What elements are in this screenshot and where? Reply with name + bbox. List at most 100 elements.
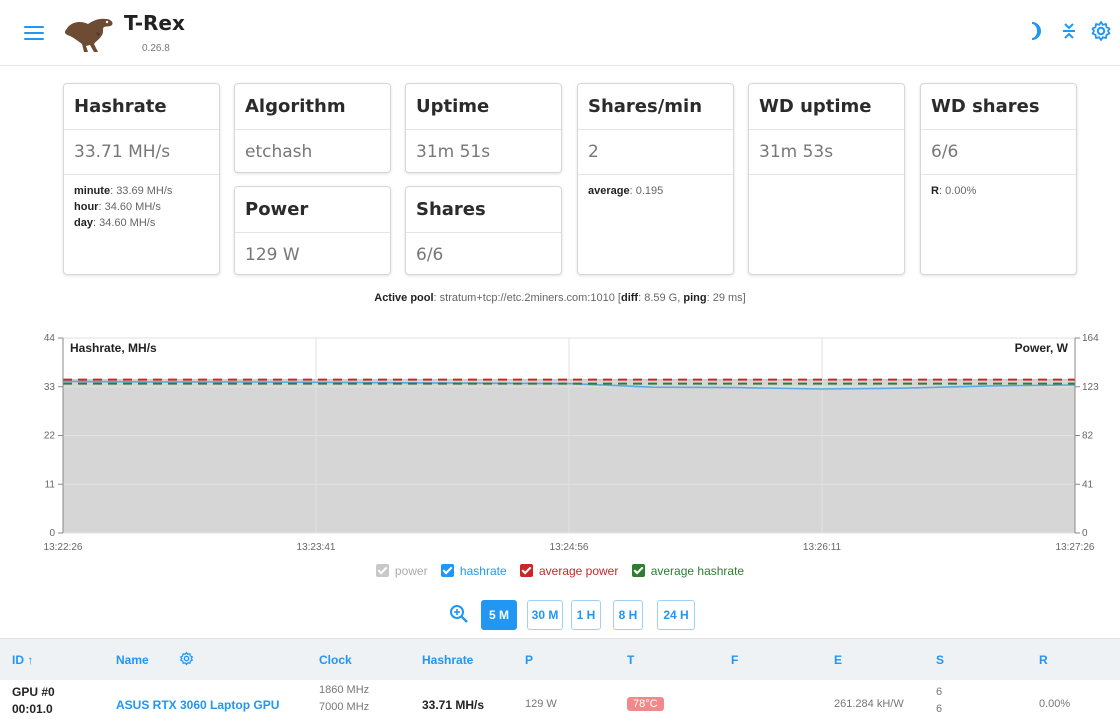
- column-header-fan[interactable]: F: [731, 653, 738, 667]
- detail-key: minute: [74, 185, 111, 197]
- card-title: Shares: [406, 187, 561, 233]
- pool-label: Active pool: [374, 292, 434, 304]
- y-right-tick-label: 0: [1082, 528, 1088, 539]
- detail-key: R: [931, 185, 939, 197]
- dark-mode-moon-icon[interactable]: [1024, 20, 1046, 42]
- legend-item-hashrate[interactable]: hashrate: [440, 564, 507, 578]
- wd-shares-details: R: 0.00%: [931, 185, 977, 197]
- range-8h-button[interactable]: 8 H: [613, 600, 643, 630]
- detail-value: 34.60 MH/s: [99, 217, 156, 229]
- y-right-tick-label: 41: [1082, 479, 1094, 490]
- detail-value: 0.195: [635, 185, 664, 197]
- hashrate-power-chart[interactable]: 0 11 22 33 44 0 41 82 123 164 13:22:26 13:23:41 13:2…: [0, 330, 1120, 558]
- card-value: 6/6: [921, 130, 1076, 175]
- memory-clock: 7000 MHz: [319, 701, 370, 713]
- uptime-card: Uptime 31m 51s: [405, 83, 562, 173]
- detail-value: 34.60 MH/s: [104, 201, 161, 213]
- detail-key: hour: [74, 201, 99, 213]
- collapse-icon[interactable]: [1058, 20, 1080, 42]
- gpu-hashrate: 33.71 MH/s: [422, 698, 485, 712]
- table-row[interactable]: GPU #0 00:01.0 ASUS RTX 3060 Laptop GPU …: [0, 680, 1120, 722]
- column-header-id[interactable]: ID ↑: [12, 653, 33, 667]
- column-header-rejected[interactable]: R: [1039, 653, 1048, 667]
- x-tick-label: 13:26:11: [803, 542, 842, 553]
- settings-gear-icon[interactable]: [1090, 20, 1112, 42]
- gpu-id-line: GPU #0: [12, 685, 55, 699]
- column-header-clock[interactable]: Clock: [319, 653, 352, 667]
- card-title: WD uptime: [749, 84, 904, 130]
- card-value: 2: [578, 130, 733, 175]
- gpu-efficiency: 261.284 kH/W: [834, 698, 904, 710]
- shares-min-details: average: 0.195: [588, 185, 664, 197]
- legend-label: average hashrate: [650, 564, 745, 578]
- gpu-clock: 1860 MHz 7000 MHz: [319, 682, 369, 716]
- gpu-bus-id: 00:01.0: [12, 702, 53, 716]
- app-title: T-Rex: [124, 11, 185, 35]
- shares-accepted: 6: [936, 686, 943, 698]
- y-right-tick-label: 82: [1082, 431, 1094, 442]
- column-header-efficiency[interactable]: E: [834, 653, 842, 667]
- power-card: Power 129 W: [234, 186, 391, 275]
- card-value: etchash: [245, 142, 313, 162]
- card-title: Uptime: [406, 84, 561, 130]
- table-settings-gear-icon[interactable]: [179, 651, 194, 666]
- wd-uptime-card: WD uptime 31m 53s: [748, 83, 905, 275]
- card-title: Hashrate: [64, 84, 219, 130]
- app-version: 0.26.8: [142, 43, 170, 54]
- checkbox-icon: [519, 564, 533, 577]
- legend-item-average-hashrate[interactable]: average hashrate: [631, 564, 745, 578]
- active-pool-line: Active pool: stratum+tcp://etc.2miners.c…: [374, 292, 746, 304]
- card-value: 6/6: [416, 245, 444, 265]
- y-left-tick-label: 0: [49, 528, 55, 539]
- top-bar: T-Rex 0.26.8: [0, 0, 1120, 66]
- range-24h-button[interactable]: 24 H: [657, 600, 695, 630]
- hashrate-card: Hashrate 33.71 MH/s minute: 33.69 MH/s h…: [63, 83, 220, 275]
- card-title: Shares/min: [578, 84, 733, 130]
- ping-label: ping: [683, 292, 707, 304]
- column-header-name[interactable]: Name: [116, 653, 149, 667]
- hashrate-details: minute: 33.69 MH/s hour: 34.60 MH/s day:…: [74, 185, 173, 229]
- column-header-temperature[interactable]: T: [627, 653, 634, 667]
- chart-legend: power hashrate average power average has…: [0, 564, 1120, 578]
- gpu-id: GPU #0 00:01.0: [12, 684, 55, 718]
- y-left-axis-label: Hashrate, MH/s: [70, 341, 157, 355]
- detail-value: 33.69 MH/s: [116, 185, 173, 197]
- legend-label: average power: [538, 564, 619, 578]
- range-5m-button[interactable]: 5 M: [481, 600, 517, 630]
- gpu-power: 129 W: [525, 698, 557, 710]
- y-left-tick-label: 22: [44, 431, 56, 442]
- range-1h-button[interactable]: 1 H: [571, 600, 601, 630]
- checkbox-icon: [375, 564, 389, 577]
- detail-key: day: [74, 217, 93, 229]
- legend-item-average-power[interactable]: average power: [519, 564, 619, 578]
- x-tick-label: 13:22:26: [44, 542, 83, 553]
- card-value: 33.71 MH/s: [64, 130, 219, 175]
- trex-logo: [64, 18, 113, 52]
- wd-shares-card: WD shares 6/6 R: 0.00%: [920, 83, 1077, 275]
- zoom-in-icon[interactable]: [449, 604, 469, 624]
- x-tick-label: 13:27:26: [1056, 542, 1095, 553]
- y-right-axis-label: Power, W: [1015, 341, 1069, 355]
- column-header-power[interactable]: P: [525, 653, 533, 667]
- card-value: 31m 51s: [416, 142, 491, 162]
- column-header-hashrate[interactable]: Hashrate: [422, 653, 473, 667]
- card-value: 129 W: [245, 245, 300, 265]
- y-left-tick-label: 11: [45, 479, 56, 490]
- range-30m-button[interactable]: 30 M: [527, 600, 563, 630]
- column-header-shares[interactable]: S: [936, 653, 944, 667]
- hamburger-menu-icon[interactable]: [24, 26, 44, 40]
- shares-per-minute-card: Shares/min 2 average: 0.195: [577, 83, 734, 275]
- card-value: 31m 53s: [749, 130, 904, 175]
- pool-url: stratum+tcp://etc.2miners.com:1010: [439, 292, 615, 304]
- legend-label: hashrate: [459, 564, 507, 578]
- gpu-table-header: ID ↑ Name Clock Hashrate P T F E S R: [0, 638, 1120, 680]
- card-title: WD shares: [921, 84, 1076, 130]
- y-left-tick-label: 44: [44, 333, 56, 344]
- checkbox-icon: [440, 564, 454, 577]
- gpu-rejected: 0.00%: [1039, 698, 1071, 710]
- gpu-name-link[interactable]: ASUS RTX 3060 Laptop GPU: [116, 698, 279, 712]
- y-left-tick-label: 33: [44, 382, 56, 393]
- gpu-temperature: 78°C: [627, 696, 664, 711]
- x-tick-label: 13:24:56: [550, 542, 589, 553]
- legend-item-power[interactable]: power: [375, 564, 428, 578]
